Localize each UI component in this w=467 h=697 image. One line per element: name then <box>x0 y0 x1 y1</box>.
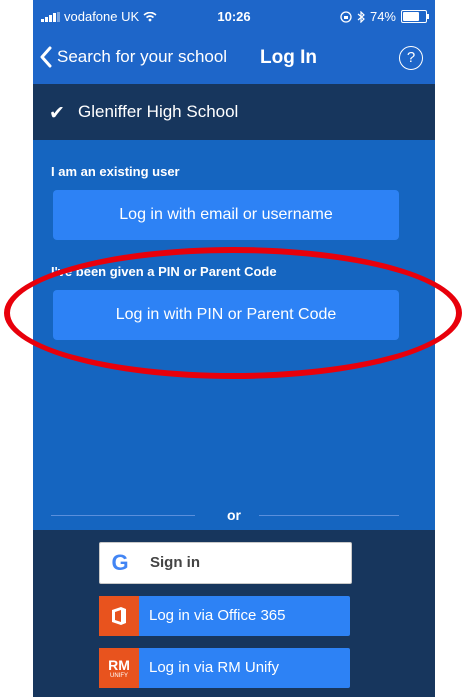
checkmark-icon: ✔ <box>49 103 65 124</box>
office365-login-button[interactable]: Log in via Office 365 <box>99 596 350 636</box>
bluetooth-icon <box>357 10 365 23</box>
battery-percent: 74% <box>369 9 396 24</box>
rm-unify-login-button[interactable]: RM UNIFY Log in via RM Unify <box>99 648 350 688</box>
back-button[interactable]: Search for your school <box>39 46 227 68</box>
chevron-left-icon <box>40 46 52 68</box>
orientation-lock-icon <box>340 10 352 23</box>
divider-right <box>259 515 399 516</box>
rm-unify-icon: RM UNIFY <box>99 648 139 688</box>
page-title: Log In <box>260 47 317 68</box>
battery-icon <box>401 10 429 23</box>
office365-login-label: Log in via Office 365 <box>149 607 286 624</box>
app-screen: vodafone UK 10:26 74% Search for your sc… <box>33 0 435 697</box>
google-signin-label: Sign in <box>150 554 200 571</box>
google-signin-button[interactable]: G Sign in <box>99 542 352 584</box>
google-icon: G <box>111 550 129 575</box>
existing-user-label: I am an existing user <box>51 164 180 179</box>
login-email-button[interactable]: Log in with email or username <box>53 190 399 240</box>
office-icon <box>99 596 139 636</box>
school-name: Gleniffer High School <box>78 102 239 121</box>
status-bar: vodafone UK 10:26 74% <box>33 0 435 34</box>
navigation-bar: Search for your school Log In ? <box>33 34 435 84</box>
rm-unify-login-label: Log in via RM Unify <box>149 659 280 676</box>
back-label: Search for your school <box>57 47 228 66</box>
login-pin-button[interactable]: Log in with PIN or Parent Code <box>53 290 399 340</box>
selected-school[interactable]: ✔ Gleniffer High School <box>33 84 435 140</box>
sso-panel: G Sign in Log in via Office 365 RM UNIFY… <box>33 530 435 697</box>
help-icon[interactable]: ? <box>399 46 423 70</box>
status-right: 74% <box>340 9 429 24</box>
pin-label: I've been given a PIN or Parent Code <box>51 264 277 279</box>
